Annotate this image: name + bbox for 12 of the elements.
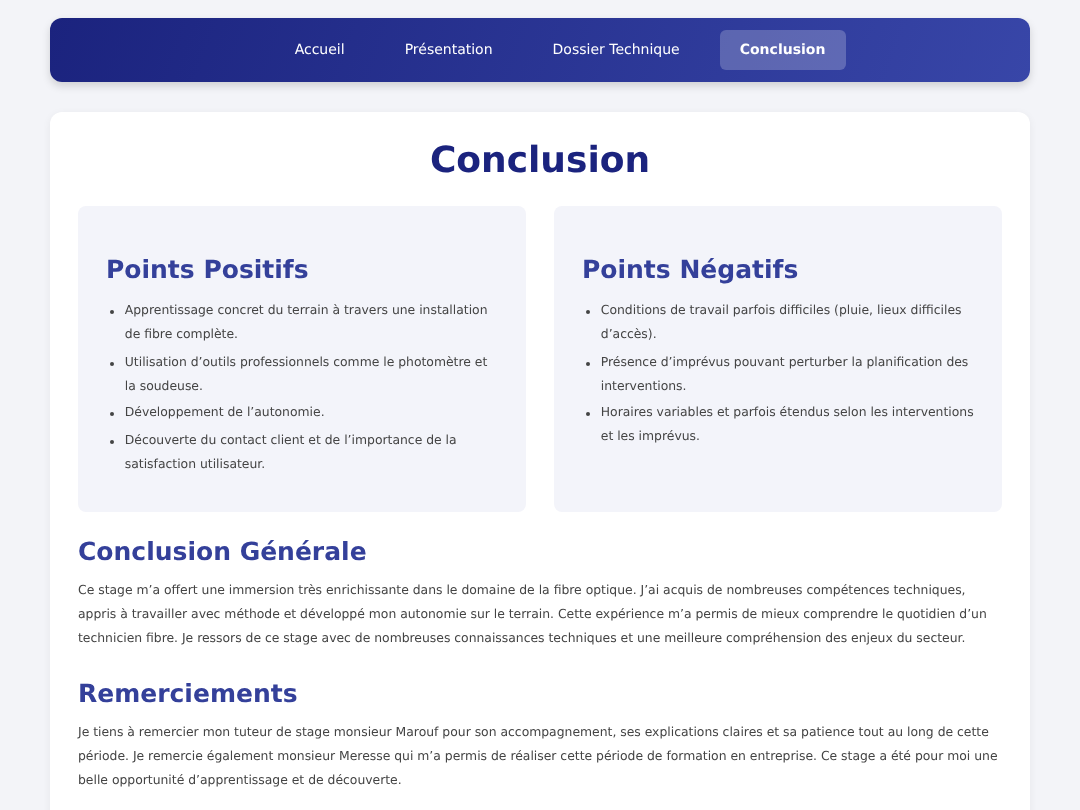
- panel-heading: Points Positifs: [106, 254, 311, 284]
- bullet-icon: [586, 361, 591, 366]
- bullet-icon: [110, 412, 115, 417]
- section-heading: Remerciements: [78, 677, 300, 708]
- panel-heading: Points Négatifs: [582, 254, 801, 284]
- bullet-icon: [586, 310, 591, 315]
- bullet-icon: [586, 412, 591, 417]
- bullet-icon: [110, 439, 115, 444]
- bullet-icon: [110, 361, 115, 366]
- section-heading: Conclusion Générale: [78, 536, 369, 566]
- page-title: Conclusion: [427, 140, 653, 182]
- bullet-icon: [110, 310, 115, 315]
